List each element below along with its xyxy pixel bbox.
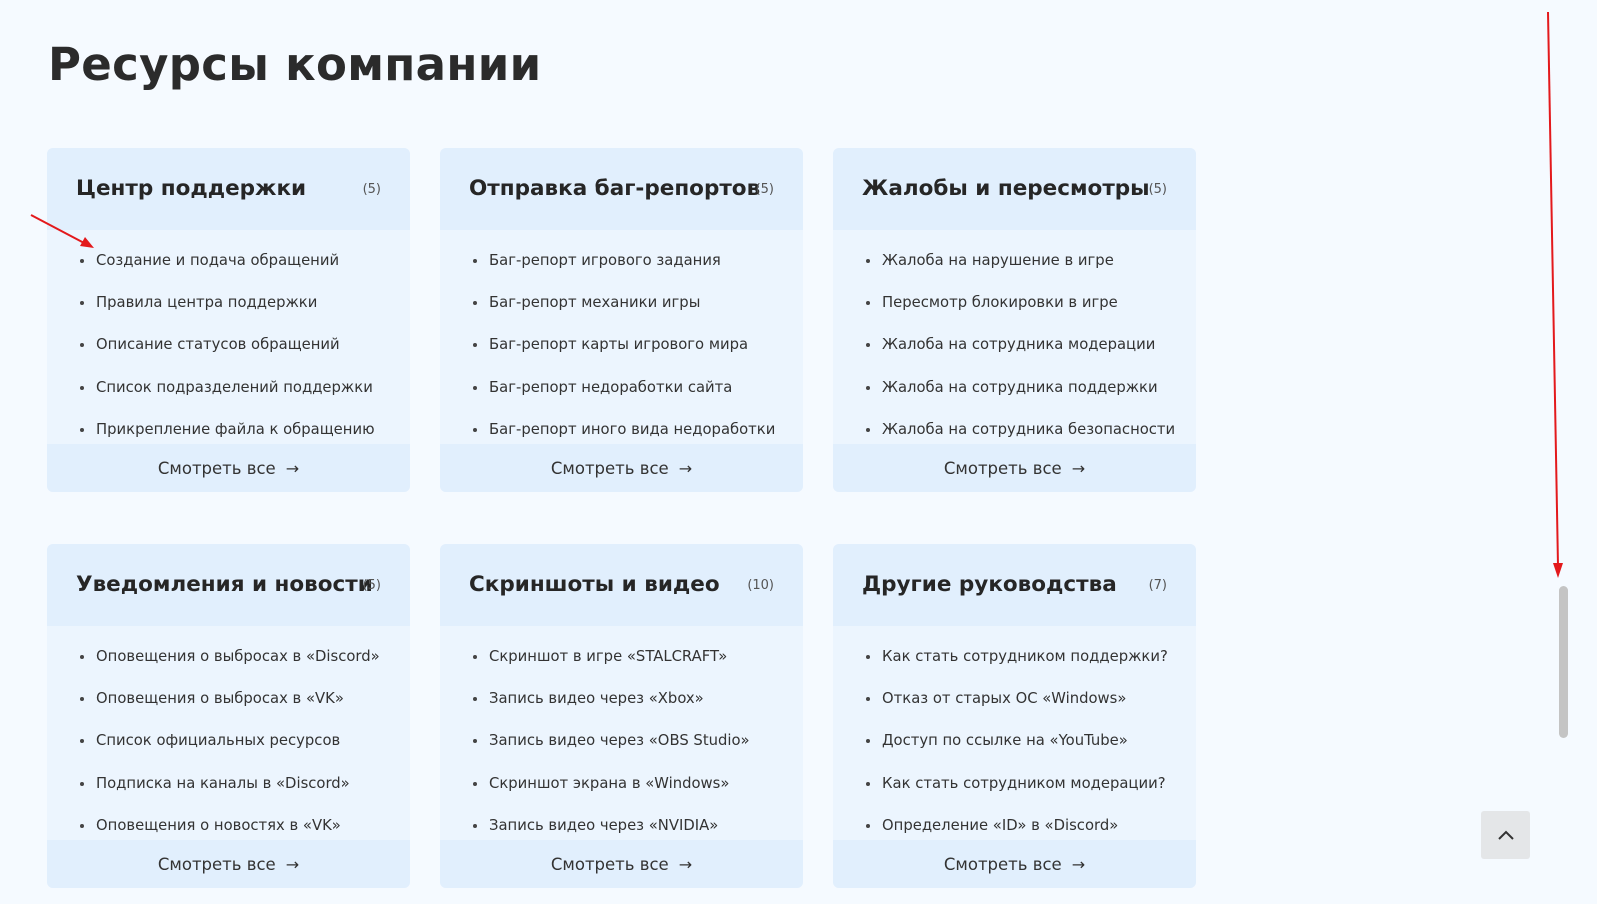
card-link[interactable]: Баг-репорт иного вида недоработки xyxy=(440,420,803,462)
card-header: Уведомления и новости (5) xyxy=(47,544,410,626)
page-title: Ресурсы компании xyxy=(48,38,542,91)
card-link-list: Создание и подача обращений Правила цент… xyxy=(47,230,410,444)
card-link[interactable]: Как стать сотрудником модерации? xyxy=(833,774,1196,816)
card-link[interactable]: Оповещения о выбросах в «Discord» xyxy=(47,647,410,689)
card-link-list: Оповещения о выбросах в «Discord» Оповещ… xyxy=(47,626,410,840)
card-link[interactable]: Создание и подача обращений xyxy=(47,251,410,293)
card-link[interactable]: Запись видео через «Xbox» xyxy=(440,689,803,731)
card-link[interactable]: Оповещения о выбросах в «VK» xyxy=(47,689,410,731)
card-title[interactable]: Уведомления и новости xyxy=(76,572,373,597)
page: Ресурсы компании Центр поддержки (5) Соз… xyxy=(0,0,1597,904)
card-link[interactable]: Пересмотр блокировки в игре xyxy=(833,293,1196,335)
card-link[interactable]: Запись видео через «OBS Studio» xyxy=(440,731,803,773)
card-link[interactable]: Оповещения о новостях в «VK» xyxy=(47,816,410,858)
card-bug-reports: Отправка баг-репортов (5) Баг-репорт игр… xyxy=(440,148,803,492)
card-link[interactable]: Правила центра поддержки xyxy=(47,293,410,335)
card-link[interactable]: Подписка на каналы в «Discord» xyxy=(47,774,410,816)
card-complaints: Жалобы и пересмотры (5) Жалоба на наруше… xyxy=(833,148,1196,492)
scroll-to-top-button[interactable] xyxy=(1481,811,1530,859)
card-link[interactable]: Описание статусов обращений xyxy=(47,335,410,377)
card-count: (5) xyxy=(362,182,381,197)
chevron-up-icon xyxy=(1497,830,1514,840)
card-link[interactable]: Жалоба на сотрудника безопасности xyxy=(833,420,1196,462)
card-other-guides: Другие руководства (7) Как стать сотрудн… xyxy=(833,544,1196,888)
card-link[interactable]: Баг-репорт недоработки сайта xyxy=(440,378,803,420)
card-link[interactable]: Запись видео через «NVIDIA» xyxy=(440,816,803,858)
scrollbar[interactable] xyxy=(1559,0,1568,904)
card-support-center: Центр поддержки (5) Создание и подача об… xyxy=(47,148,410,492)
card-count: (5) xyxy=(362,578,381,593)
card-link[interactable]: Определение «ID» в «Discord» xyxy=(833,816,1196,858)
card-header: Жалобы и пересмотры (5) xyxy=(833,148,1196,230)
card-link[interactable]: Список официальных ресурсов xyxy=(47,731,410,773)
card-link-list: Жалоба на нарушение в игре Пересмотр бло… xyxy=(833,230,1196,444)
card-header: Скриншоты и видео (10) xyxy=(440,544,803,626)
card-link-list: Как стать сотрудником поддержки? Отказ о… xyxy=(833,626,1196,840)
card-link[interactable]: Баг-репорт механики игры xyxy=(440,293,803,335)
card-link[interactable]: Жалоба на сотрудника модерации xyxy=(833,335,1196,377)
card-title[interactable]: Центр поддержки xyxy=(76,176,306,201)
card-link[interactable]: Как стать сотрудником поддержки? xyxy=(833,647,1196,689)
card-count: (5) xyxy=(1148,182,1167,197)
card-link-list: Баг-репорт игрового задания Баг-репорт м… xyxy=(440,230,803,444)
card-link-list: Скриншот в игре «STALCRAFT» Запись видео… xyxy=(440,626,803,840)
card-link[interactable]: Отказ от старых ОС «Windows» xyxy=(833,689,1196,731)
card-header: Центр поддержки (5) xyxy=(47,148,410,230)
card-link[interactable]: Доступ по ссылке на «YouTube» xyxy=(833,731,1196,773)
card-title[interactable]: Скриншоты и видео xyxy=(469,572,720,597)
scrollbar-thumb[interactable] xyxy=(1559,586,1568,738)
card-link[interactable]: Баг-репорт игрового задания xyxy=(440,251,803,293)
card-count: (5) xyxy=(755,182,774,197)
card-count: (10) xyxy=(747,578,774,593)
card-notifications: Уведомления и новости (5) Оповещения о в… xyxy=(47,544,410,888)
card-count: (7) xyxy=(1148,578,1167,593)
card-link[interactable]: Прикрепление файла к обращению xyxy=(47,420,410,462)
card-link[interactable]: Список подразделений поддержки xyxy=(47,378,410,420)
card-title[interactable]: Другие руководства xyxy=(862,572,1117,597)
card-link[interactable]: Скриншот в игре «STALCRAFT» xyxy=(440,647,803,689)
card-title[interactable]: Отправка баг-репортов xyxy=(469,176,760,201)
card-screenshots-video: Скриншоты и видео (10) Скриншот в игре «… xyxy=(440,544,803,888)
card-link[interactable]: Жалоба на сотрудника поддержки xyxy=(833,378,1196,420)
card-link[interactable]: Скриншот экрана в «Windows» xyxy=(440,774,803,816)
card-link[interactable]: Жалоба на нарушение в игре xyxy=(833,251,1196,293)
card-header: Другие руководства (7) xyxy=(833,544,1196,626)
card-header: Отправка баг-репортов (5) xyxy=(440,148,803,230)
card-title[interactable]: Жалобы и пересмотры xyxy=(862,176,1150,201)
card-link[interactable]: Баг-репорт карты игрового мира xyxy=(440,335,803,377)
